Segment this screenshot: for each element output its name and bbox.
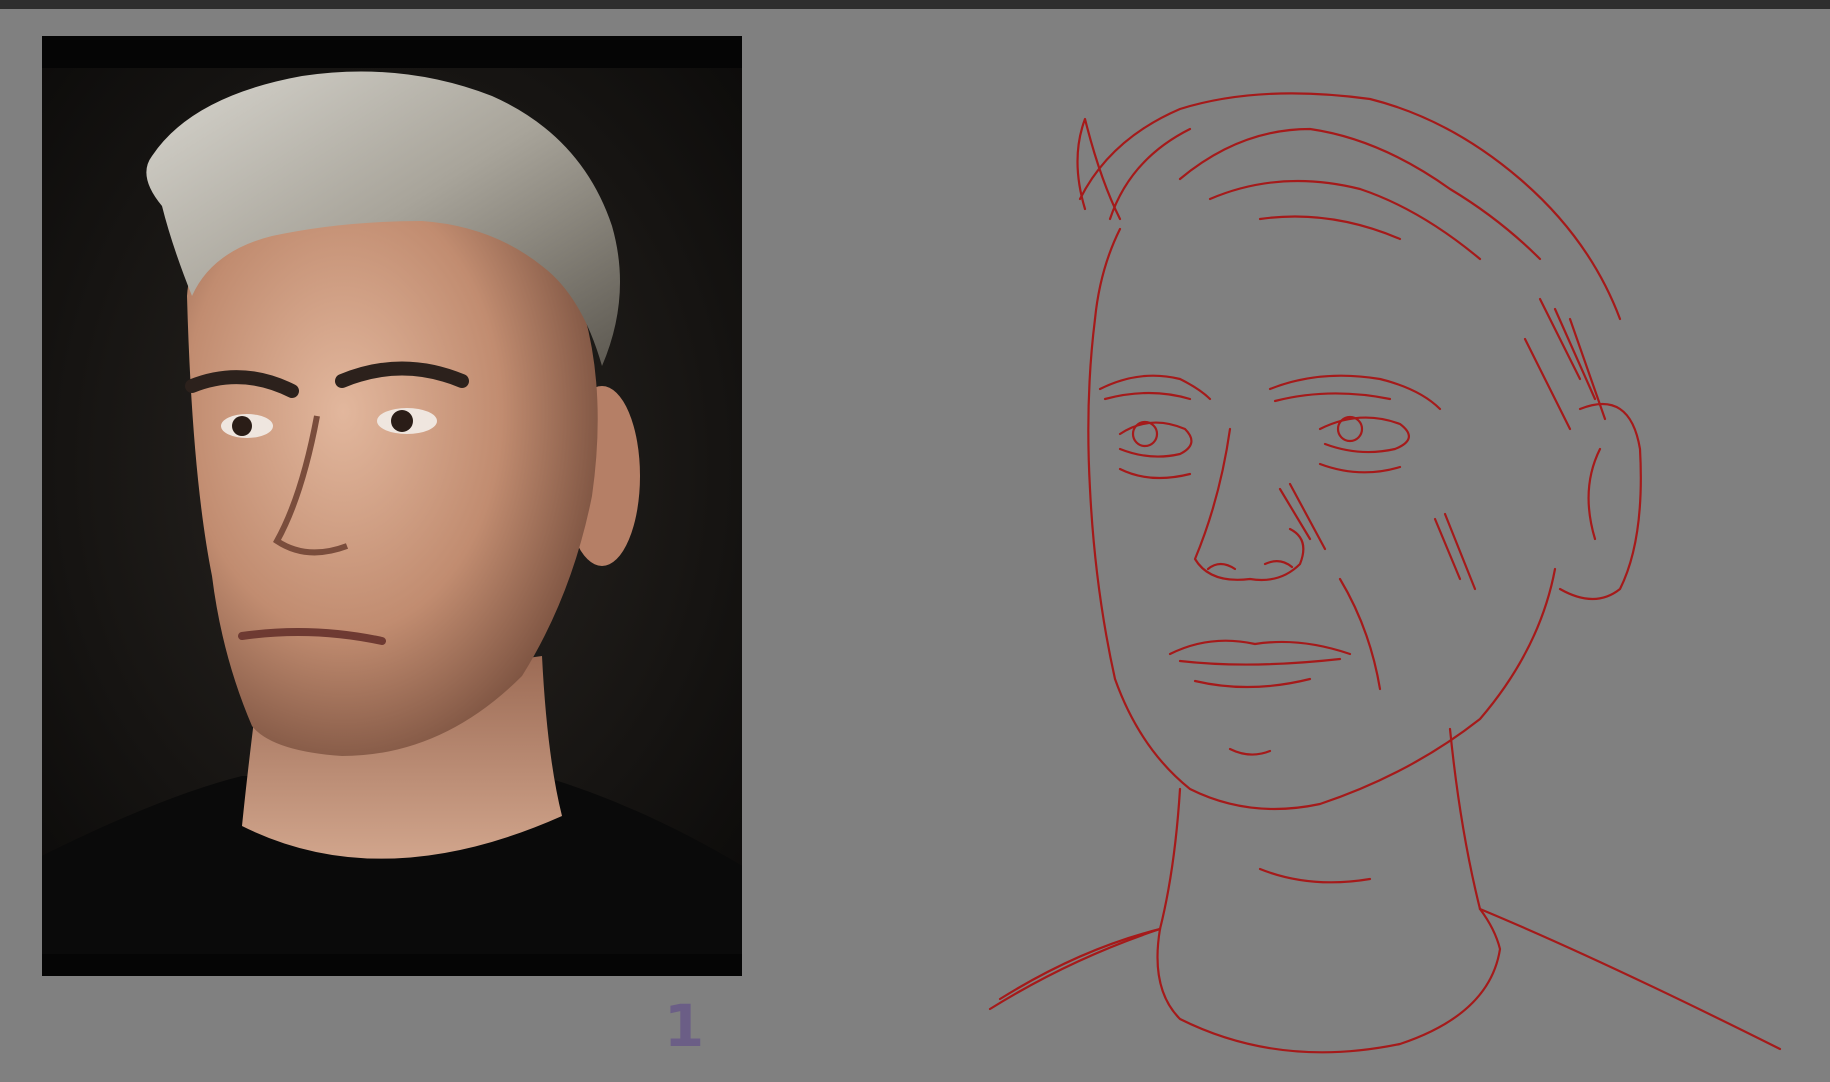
reference-photo xyxy=(42,36,742,976)
top-toolbar-strip xyxy=(0,0,1830,9)
portrait-sketch xyxy=(980,69,1800,1059)
sketch-drawing xyxy=(988,92,1782,1054)
drawing-app-window: 1 xyxy=(0,0,1830,1082)
page-number-label: 1 xyxy=(663,992,705,1060)
reference-photo-image xyxy=(42,36,742,976)
drawing-canvas[interactable]: 1 xyxy=(0,9,1830,1082)
